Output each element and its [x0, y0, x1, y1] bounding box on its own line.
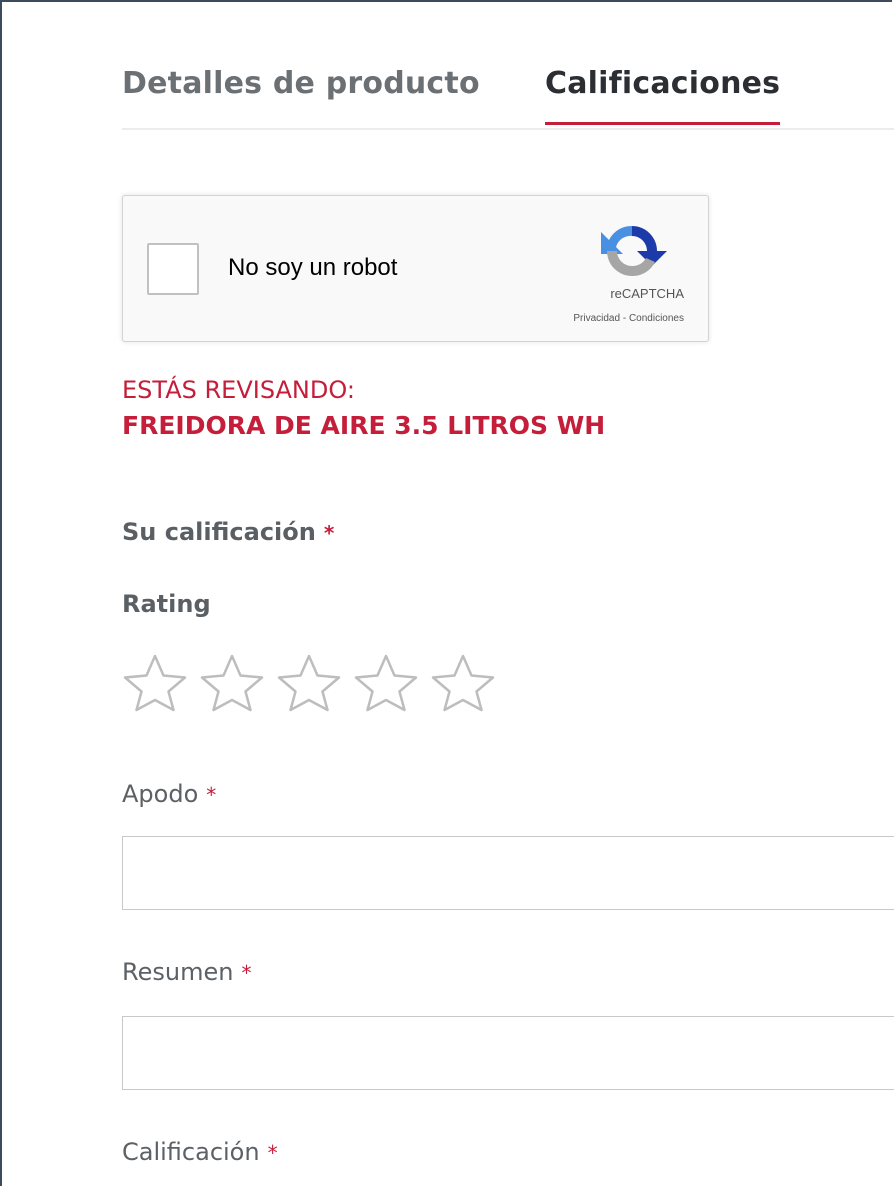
nickname-input[interactable]	[122, 836, 894, 910]
summary-label-text: Resumen	[122, 958, 234, 986]
reviewing-heading: ESTÁS REVISANDO: FREIDORA DE AIRE 3.5 LI…	[122, 372, 605, 444]
star-icon[interactable]	[120, 652, 190, 712]
rating-section-text: Su calificación	[122, 518, 316, 546]
star-icon[interactable]	[197, 652, 267, 712]
summary-label: Resumen *	[122, 958, 251, 986]
product-tabs: Detalles de producto Calificaciones	[122, 66, 894, 130]
star-icon[interactable]	[428, 652, 498, 712]
recaptcha-logo-icon	[601, 225, 667, 277]
star-rating	[120, 652, 505, 712]
star-icon[interactable]	[274, 652, 344, 712]
star-icon[interactable]	[351, 652, 421, 712]
required-marker: *	[241, 961, 252, 985]
tab-product-details[interactable]: Detalles de producto	[122, 66, 480, 123]
recaptcha-label: No soy un robot	[228, 254, 398, 281]
review-label: Calificación *	[122, 1138, 278, 1166]
privacy-link[interactable]: Privacidad	[573, 313, 620, 324]
tab-reviews[interactable]: Calificaciones	[545, 66, 781, 125]
required-marker: *	[323, 521, 335, 545]
product-name: FREIDORA DE AIRE 3.5 LITROS WH	[122, 411, 606, 440]
summary-input[interactable]	[122, 1016, 894, 1090]
recaptcha-links: Privacidad - Condiciones	[573, 313, 684, 324]
links-separator: -	[620, 313, 629, 324]
reviewing-lead: ESTÁS REVISANDO:	[122, 376, 355, 404]
review-label-text: Calificación	[122, 1138, 260, 1166]
nickname-label: Apodo *	[122, 780, 216, 808]
required-marker: *	[206, 783, 217, 807]
rating-section-label: Su calificación *	[122, 518, 334, 546]
recaptcha-checkbox[interactable]	[147, 243, 199, 295]
recaptcha-widget: No soy un robot reCAPTCHA Privacidad - C…	[122, 195, 709, 342]
nickname-label-text: Apodo	[122, 780, 199, 808]
rating-label: Rating	[122, 590, 211, 618]
recaptcha-brand: reCAPTCHA	[610, 286, 684, 301]
terms-link[interactable]: Condiciones	[629, 313, 684, 324]
required-marker: *	[267, 1141, 278, 1165]
